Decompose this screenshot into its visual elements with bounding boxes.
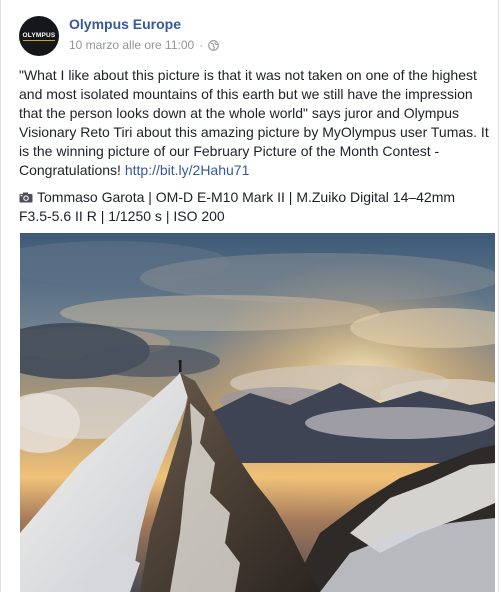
post-meta: 10 marzo alle ore 11:00 · [69,38,220,52]
post-message-text: "What I like about this picture is that … [19,67,489,178]
page-avatar[interactable]: OLYMPUS [19,16,59,56]
facebook-post: OLYMPUS Olympus Europe 10 marzo alle ore… [0,0,499,592]
camera-info-text: Tommaso Garota | OM-D E-M10 Mark II | M.… [19,189,456,224]
post-photo[interactable] [20,233,495,592]
mountain-photo-image [20,233,495,592]
camera-icon [19,189,33,203]
post-link[interactable]: http://bit.ly/2Hahu71 [125,162,250,178]
olympus-logo: OLYMPUS [22,31,56,41]
meta-separator: · [199,38,204,52]
post-timestamp[interactable]: 10 marzo alle ore 11:00 [69,38,194,52]
globe-icon[interactable] [208,39,220,51]
camera-info: Tommaso Garota | OM-D E-M10 Mark II | M.… [19,188,491,226]
post-body: "What I like about this picture is that … [19,66,491,226]
page-name-link[interactable]: Olympus Europe [69,16,181,32]
post-message: "What I like about this picture is that … [19,66,491,180]
